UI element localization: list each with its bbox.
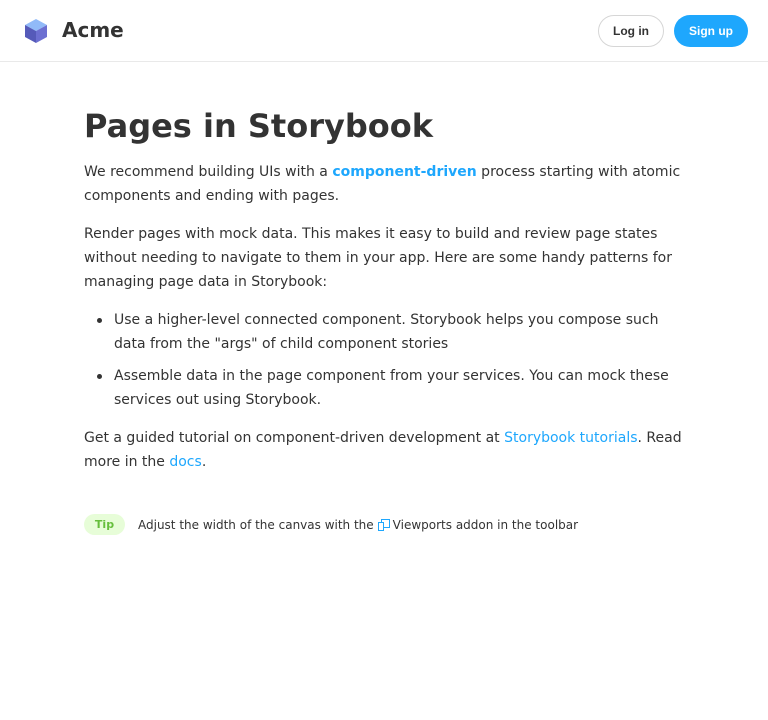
tutorial-text-start: Get a guided tutorial on component-drive…: [84, 430, 505, 446]
tip-text-end: Viewports addon in the toolbar: [392, 517, 579, 532]
list-item: Assemble data in the page component from…: [97, 364, 688, 412]
brand-name: Acme: [62, 18, 124, 42]
tip-text-start: Adjust the width of the canvas with the: [138, 517, 374, 532]
viewports-icon: [377, 518, 390, 531]
intro-paragraph: We recommend building UIs with a compone…: [84, 160, 688, 208]
mock-data-paragraph: Render pages with mock data. This makes …: [84, 226, 672, 290]
signup-button[interactable]: Sign up: [674, 15, 748, 47]
app-header: Acme Log in Sign up: [0, 0, 768, 62]
login-button[interactable]: Log in: [598, 15, 664, 47]
tip-wrapper: Tip Adjust the width of the canvas with …: [84, 514, 578, 535]
page-title: Pages in Storybook: [84, 107, 433, 145]
tutorial-text-end: .: [201, 454, 207, 470]
storybook-tutorials-link[interactable]: Storybook tutorials: [504, 430, 637, 446]
patterns-list: Use a higher-level connected component. …: [84, 308, 688, 420]
tip-badge: Tip: [84, 514, 125, 535]
docs-link[interactable]: docs: [169, 454, 201, 470]
list-item: Use a higher-level connected component. …: [97, 308, 688, 356]
tutorial-paragraph: Get a guided tutorial on component-drive…: [84, 426, 688, 474]
tip-text: Adjust the width of the canvas with the …: [138, 518, 578, 532]
component-driven-link[interactable]: component-driven: [332, 164, 476, 180]
intro-text-start: We recommend building UIs with a: [84, 164, 333, 180]
cube-logo-icon[interactable]: [24, 18, 48, 44]
